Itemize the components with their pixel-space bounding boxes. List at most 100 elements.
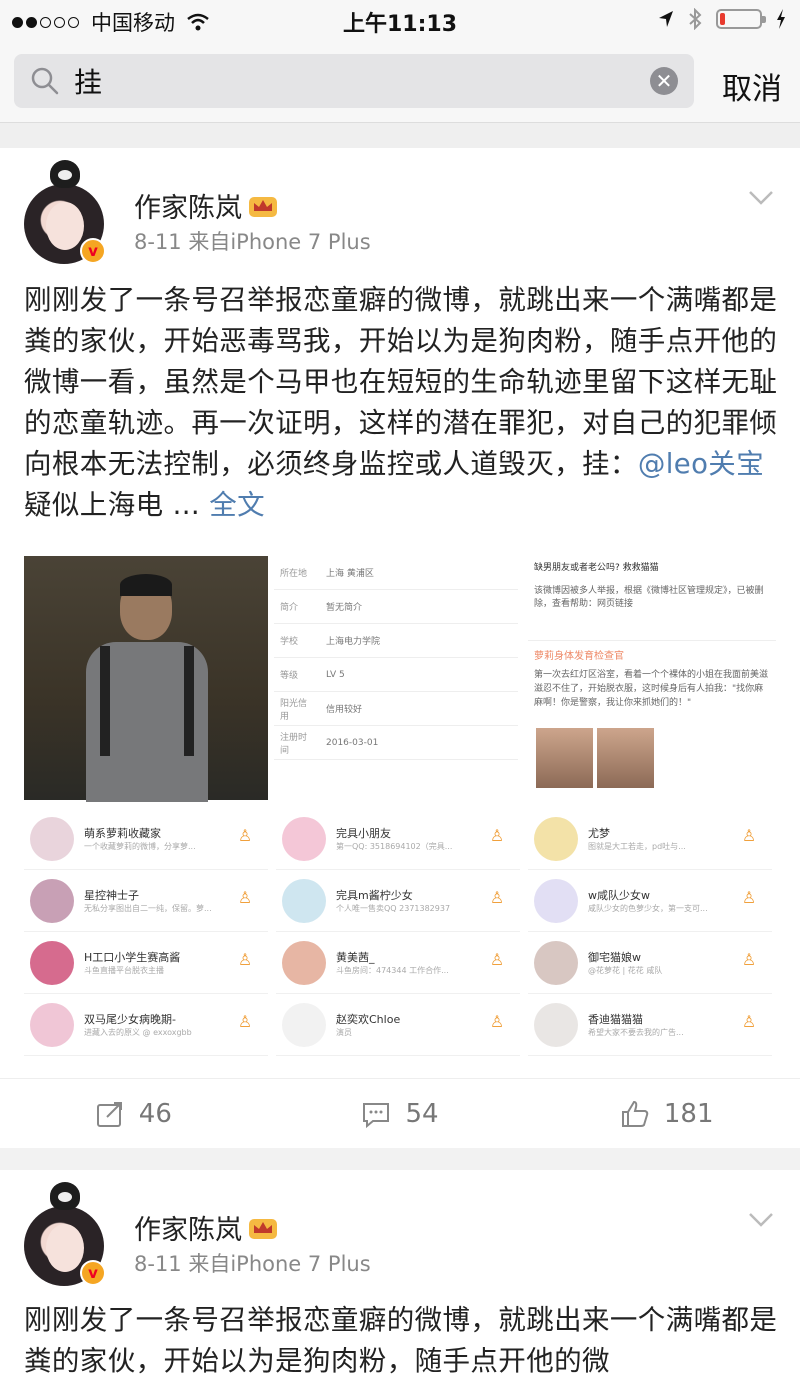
cancel-button[interactable]: 取消 bbox=[722, 64, 782, 108]
follow-user-icon[interactable]: ♙ bbox=[234, 1012, 256, 1036]
post-image-profile[interactable]: 所在地 上海 黄浦区 简介 暂无简介 学校 上海电力学院 等级 LV 5 阳光信用 信用较好 注册时… bbox=[274, 556, 518, 800]
profile-row-value: LV 5 bbox=[326, 669, 345, 680]
follow-user-icon[interactable]: ♙ bbox=[738, 1012, 760, 1036]
post-image-follow-list[interactable]: 萌系萝莉收藏家 一个收藏萝莉的微博，分享萝... ♙ 星控神士子 无私分享图出自二一纯，… bbox=[24, 808, 268, 1058]
repost-button[interactable]: 46 bbox=[0, 1099, 267, 1129]
post-body-tail: 疑似上海电 ... bbox=[24, 489, 210, 521]
post-image-follow-list[interactable]: 尤梦 图就是大工若走，pd吐与... ♙ w咸队少女w 咸队少女的色萝少女，第一支可..… bbox=[528, 808, 772, 1058]
post-author[interactable]: 作家陈岚 bbox=[134, 186, 278, 225]
profile-row-key: 阳光信用 bbox=[280, 698, 308, 722]
clear-search-icon[interactable]: ✕ bbox=[650, 67, 678, 95]
follow-list-item[interactable]: 萌系萝莉收藏家一个收藏萝莉的微博，分享萝... ♙ bbox=[24, 808, 268, 870]
author-name[interactable]: 作家陈岚 bbox=[134, 1208, 242, 1247]
profile-row-value: 上海电力学院 bbox=[326, 637, 381, 647]
search-query-text[interactable]: 挂 bbox=[74, 61, 650, 101]
divider bbox=[0, 122, 800, 148]
verified-badge-icon: v bbox=[80, 238, 106, 264]
avatar bbox=[282, 1002, 326, 1047]
follow-list-item[interactable]: 尤梦 图就是大工若走，pd吐与... ♙ bbox=[528, 808, 772, 870]
profile-row-value: 2016-03-01 bbox=[326, 737, 379, 748]
avatar bbox=[282, 940, 326, 985]
follow-name: 完具小朋友 bbox=[336, 827, 391, 840]
battery-level bbox=[720, 13, 725, 25]
follow-desc: 个人唯一售卖QQ 2371382937 bbox=[336, 904, 451, 913]
follow-name: 御宅猫娘w bbox=[588, 951, 641, 964]
search-icon bbox=[31, 67, 59, 95]
follow-user-icon[interactable]: ♙ bbox=[738, 950, 760, 974]
follow-name: 星控神士子 bbox=[84, 889, 139, 902]
avatar[interactable]: v bbox=[24, 160, 108, 264]
chevron-down-icon[interactable] bbox=[748, 1212, 774, 1228]
avatar bbox=[30, 878, 74, 923]
avatar[interactable]: v bbox=[24, 1182, 108, 1286]
charging-icon bbox=[777, 9, 785, 29]
follow-user-icon[interactable]: ♙ bbox=[234, 950, 256, 974]
comment-button[interactable]: 54 bbox=[267, 1099, 534, 1129]
profile-row: 学校 上海电力学院 bbox=[274, 624, 518, 658]
mention-link[interactable]: @leo关宝 bbox=[638, 448, 764, 480]
profile-row-key: 简介 bbox=[280, 603, 299, 613]
follow-desc: 图就是大工若走，pd吐与... bbox=[588, 842, 686, 851]
profile-row-value: 上海 黄浦区 bbox=[326, 569, 374, 579]
post-image-grid[interactable]: 所在地 上海 黄浦区 简介 暂无简介 学校 上海电力学院 等级 LV 5 阳光信用 信用较好 注册时… bbox=[24, 556, 800, 1066]
comment-icon bbox=[363, 1102, 390, 1128]
like-button[interactable]: 181 bbox=[533, 1099, 800, 1129]
follow-desc: 一个收藏萝莉的微博，分享萝... bbox=[84, 842, 196, 851]
follow-desc: 无私分享图出自二一纯，保留。萝... bbox=[84, 904, 212, 913]
follow-user-icon[interactable]: ♙ bbox=[234, 888, 256, 912]
weibo-post-card[interactable]: v 作家陈岚 8-11 来自iPhone 7 Plus 刚刚发了一条号召举报恋童… bbox=[0, 1170, 800, 1382]
avatar-pendant-icon bbox=[50, 1182, 80, 1210]
bluetooth-icon bbox=[689, 8, 702, 30]
full-text-link[interactable]: 全文 bbox=[209, 489, 265, 521]
status-bar: 中国移动 上午11:13 bbox=[0, 0, 800, 40]
screenshot-user: 萝莉身体发育检查官 bbox=[534, 651, 624, 662]
follow-list-item[interactable]: 赵奕欢Chloe 演员 ♙ bbox=[276, 994, 520, 1056]
follow-user-icon[interactable]: ♙ bbox=[486, 1012, 508, 1036]
profile-row-key: 学校 bbox=[280, 637, 299, 647]
follow-list-item[interactable]: 星控神士子无私分享图出自二一纯，保留。萝... ♙ bbox=[24, 870, 268, 932]
follow-list-item[interactable]: 完具小朋友 第一QQ: 3518694102（完具... ♙ bbox=[276, 808, 520, 870]
screenshot-header: 缺男朋友或者老公吗? 救救猫猫 bbox=[534, 563, 659, 573]
follow-name: H工口小学生赛高酱 bbox=[84, 951, 181, 964]
post-image-follow-list[interactable]: 完具小朋友 第一QQ: 3518694102（完具... ♙ 完具m酱柠少女 个人唯一售… bbox=[276, 808, 520, 1058]
avatar-pendant-icon bbox=[50, 160, 80, 188]
like-count: 181 bbox=[663, 1098, 714, 1129]
post-image-photo[interactable] bbox=[24, 556, 268, 802]
profile-row-value: 信用较好 bbox=[326, 705, 363, 715]
follow-list-item[interactable]: 完具m酱柠少女 个人唯一售卖QQ 2371382937 ♙ bbox=[276, 870, 520, 932]
follow-name: 香迪猫猫猫 bbox=[588, 1013, 643, 1026]
profile-row: 简介 暂无简介 bbox=[274, 590, 518, 624]
follow-list-item[interactable]: H工口小学生赛高酱斗鱼直播平台脱衣主播 ♙ bbox=[24, 932, 268, 994]
follow-desc: 希望大家不要去我的广告... bbox=[588, 1028, 684, 1037]
crown-icon bbox=[249, 196, 277, 217]
follow-user-icon[interactable]: ♙ bbox=[738, 888, 760, 912]
profile-row-key: 所在地 bbox=[280, 569, 308, 579]
follow-user-icon[interactable]: ♙ bbox=[486, 950, 508, 974]
follow-name: 黄美茜_ bbox=[336, 951, 375, 964]
avatar bbox=[534, 816, 578, 861]
follow-list-item[interactable]: w咸队少女w 咸队少女的色萝少女，第一支可... ♙ bbox=[528, 870, 772, 932]
follow-list-item[interactable]: 御宅猫娘w @花萝花 | 花花 咸队 ♙ bbox=[528, 932, 772, 994]
follow-name: 萌系萝莉收藏家 bbox=[84, 827, 161, 840]
follow-list-item[interactable]: 黄美茜_ 斗鱼房间：474344 工作合作... ♙ bbox=[276, 932, 520, 994]
author-name[interactable]: 作家陈岚 bbox=[134, 186, 242, 225]
follow-user-icon[interactable]: ♙ bbox=[486, 826, 508, 850]
follow-list-item[interactable]: 双马尾少女病晚期- 进藏入去的原义 @ exxoxgbb ♙ bbox=[24, 994, 268, 1056]
follow-desc: 斗鱼房间：474344 工作合作... bbox=[336, 966, 449, 975]
post-author[interactable]: 作家陈岚 bbox=[134, 1208, 278, 1247]
follow-user-icon[interactable]: ♙ bbox=[486, 888, 508, 912]
post-image-screenshot[interactable]: 缺男朋友或者老公吗? 救救猫猫 该微博因被多人举报，根据《微博社区管理规定》，已… bbox=[528, 556, 776, 800]
follow-user-icon[interactable]: ♙ bbox=[234, 826, 256, 850]
follow-user-icon[interactable]: ♙ bbox=[738, 826, 760, 850]
profile-row: 等级 LV 5 bbox=[274, 658, 518, 692]
follow-list-item[interactable]: 香迪猫猫猫希望大家不要去我的广告... ♙ bbox=[528, 994, 772, 1056]
weibo-post-card[interactable]: v 作家陈岚 8-11 来自iPhone 7 Plus 刚刚发了一条号召举报恋童… bbox=[0, 148, 800, 1148]
follow-desc: 斗鱼直播平台脱衣主播 bbox=[84, 966, 164, 975]
search-input[interactable]: 挂 ✕ bbox=[14, 54, 694, 108]
follow-desc: 咸队少女的色萝少女，第一支可... bbox=[588, 904, 708, 913]
post-action-bar: 46 54 181 bbox=[0, 1078, 800, 1148]
location-arrow-icon bbox=[659, 11, 673, 27]
chevron-down-icon[interactable] bbox=[748, 190, 774, 206]
follow-name: 赵奕欢Chloe bbox=[336, 1013, 401, 1026]
repost-icon bbox=[96, 1101, 122, 1127]
